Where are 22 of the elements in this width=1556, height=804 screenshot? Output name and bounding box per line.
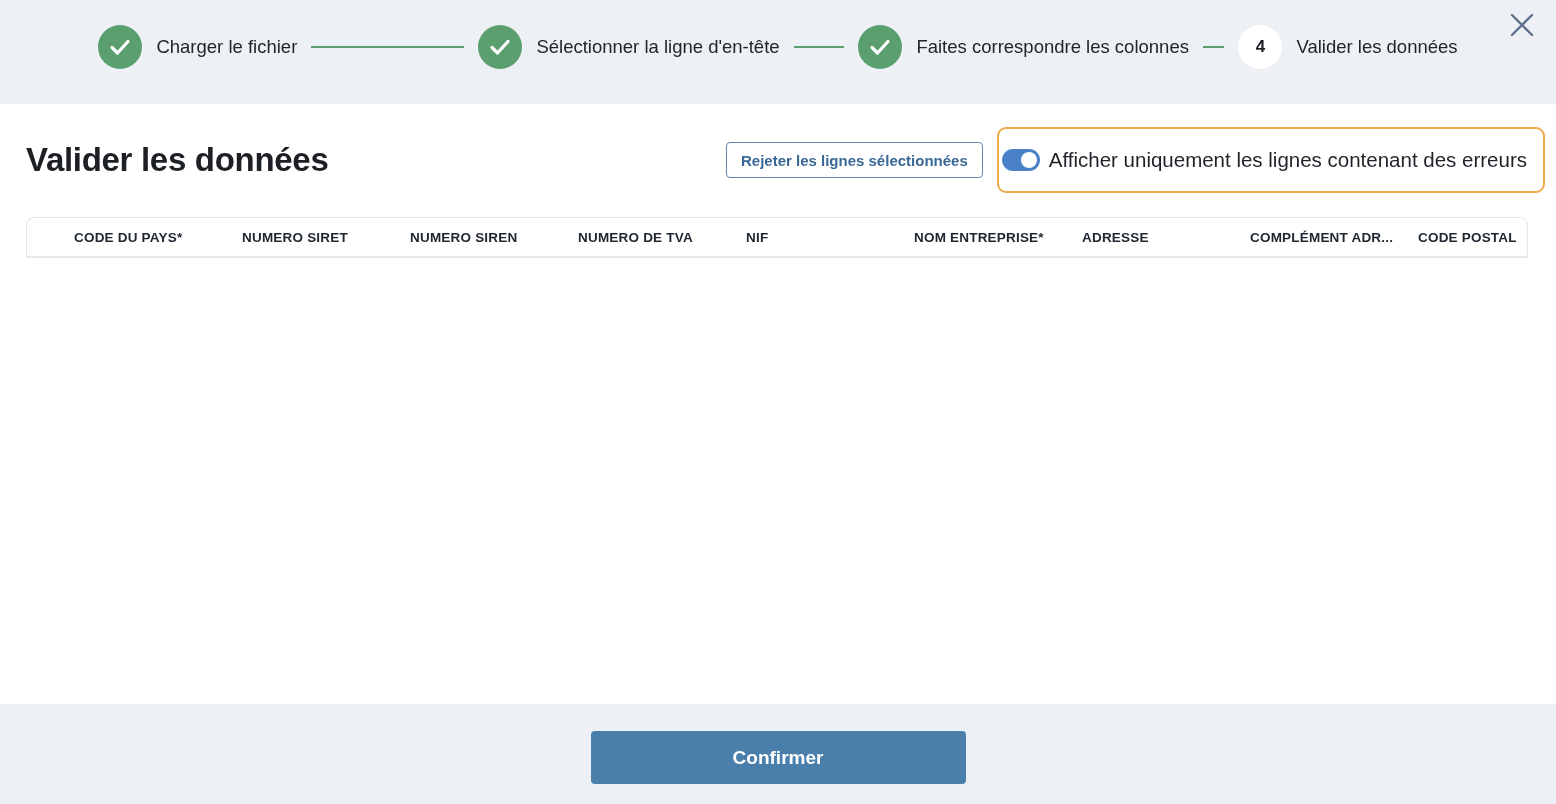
step-label: Faites correspondre les colonnes	[916, 36, 1189, 58]
step-number: 4	[1238, 25, 1283, 69]
column-header: NIF	[746, 229, 769, 245]
confirm-button[interactable]: Confirmer	[590, 731, 966, 784]
step-connector	[1202, 46, 1225, 48]
column-header: CODE POSTAL	[1418, 229, 1517, 245]
step-label: Valider les données	[1296, 36, 1458, 58]
errors-only-toggle[interactable]	[1001, 149, 1040, 171]
column-header: NUMERO SIREN	[410, 229, 518, 245]
column-header: NUMERO DE TVA	[578, 229, 693, 245]
column-header: CODE DU PAYS*	[74, 229, 183, 245]
page-title: Valider les données	[26, 141, 330, 179]
close-icon[interactable]	[1510, 13, 1534, 37]
step-label: Sélectionner la ligne d'en-tête	[536, 36, 780, 58]
reject-rows-button[interactable]: Rejeter les lignes sélectionnées	[725, 142, 983, 178]
column-header: NUMERO SIRET	[242, 229, 348, 245]
column-header: ADRESSE	[1082, 229, 1149, 245]
toggle-label: Afficher uniquement les lignes contenant des erreurs	[1048, 148, 1527, 172]
step-connector	[793, 46, 845, 48]
step-label: Charger le fichier	[156, 36, 298, 58]
column-header: NOM ENTREPRISE*	[914, 229, 1044, 245]
column-header: COMPLÉMENT ADR...	[1250, 229, 1394, 245]
